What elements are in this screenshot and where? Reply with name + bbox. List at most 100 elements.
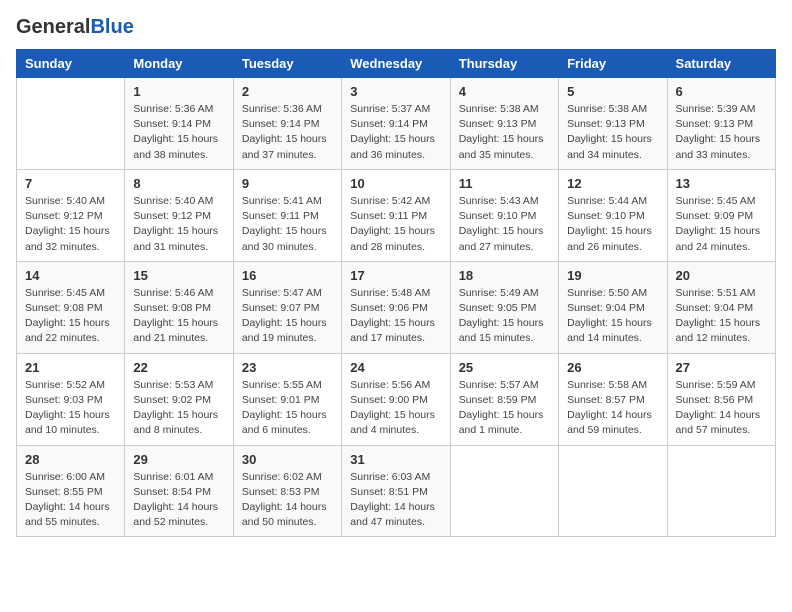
- daylight-text: Daylight: 15 hours and 30 minutes.: [242, 225, 327, 252]
- sunrise-text: Sunrise: 5:58 AM: [567, 379, 647, 391]
- sunset-text: Sunset: 9:11 PM: [350, 210, 427, 222]
- day-info: Sunrise: 5:57 AM Sunset: 8:59 PM Dayligh…: [459, 378, 550, 439]
- daylight-text: Daylight: 14 hours and 55 minutes.: [25, 501, 110, 528]
- day-info: Sunrise: 5:56 AM Sunset: 9:00 PM Dayligh…: [350, 378, 441, 439]
- sunset-text: Sunset: 8:54 PM: [133, 486, 211, 498]
- sunset-text: Sunset: 9:13 PM: [459, 118, 537, 130]
- day-number: 9: [242, 176, 333, 191]
- calendar-cell: 13 Sunrise: 5:45 AM Sunset: 9:09 PM Dayl…: [667, 169, 775, 261]
- day-number: 3: [350, 84, 441, 99]
- day-number: 11: [459, 176, 550, 191]
- sunrise-text: Sunrise: 5:56 AM: [350, 379, 430, 391]
- day-info: Sunrise: 5:37 AM Sunset: 9:14 PM Dayligh…: [350, 102, 441, 163]
- sunrise-text: Sunrise: 5:50 AM: [567, 287, 647, 299]
- sunrise-text: Sunrise: 5:48 AM: [350, 287, 430, 299]
- sunset-text: Sunset: 9:04 PM: [567, 302, 645, 314]
- day-number: 20: [676, 268, 767, 283]
- sunrise-text: Sunrise: 6:03 AM: [350, 471, 430, 483]
- day-info: Sunrise: 5:43 AM Sunset: 9:10 PM Dayligh…: [459, 194, 550, 255]
- calendar-cell: 24 Sunrise: 5:56 AM Sunset: 9:00 PM Dayl…: [342, 353, 450, 445]
- calendar-cell: 27 Sunrise: 5:59 AM Sunset: 8:56 PM Dayl…: [667, 353, 775, 445]
- sunrise-text: Sunrise: 5:37 AM: [350, 103, 430, 115]
- day-info: Sunrise: 5:52 AM Sunset: 9:03 PM Dayligh…: [25, 378, 116, 439]
- sunset-text: Sunset: 8:51 PM: [350, 486, 428, 498]
- daylight-text: Daylight: 15 hours and 14 minutes.: [567, 317, 652, 344]
- calendar-cell: [17, 78, 125, 170]
- calendar-cell: 1 Sunrise: 5:36 AM Sunset: 9:14 PM Dayli…: [125, 78, 233, 170]
- calendar-cell: 7 Sunrise: 5:40 AM Sunset: 9:12 PM Dayli…: [17, 169, 125, 261]
- sunrise-text: Sunrise: 5:51 AM: [676, 287, 756, 299]
- day-info: Sunrise: 5:51 AM Sunset: 9:04 PM Dayligh…: [676, 286, 767, 347]
- sunset-text: Sunset: 8:53 PM: [242, 486, 320, 498]
- sunset-text: Sunset: 9:02 PM: [133, 394, 211, 406]
- day-number: 22: [133, 360, 224, 375]
- sunset-text: Sunset: 9:05 PM: [459, 302, 537, 314]
- calendar-cell: 4 Sunrise: 5:38 AM Sunset: 9:13 PM Dayli…: [450, 78, 558, 170]
- day-info: Sunrise: 6:00 AM Sunset: 8:55 PM Dayligh…: [25, 470, 116, 531]
- sunset-text: Sunset: 9:10 PM: [567, 210, 645, 222]
- day-info: Sunrise: 5:45 AM Sunset: 9:09 PM Dayligh…: [676, 194, 767, 255]
- sunset-text: Sunset: 9:04 PM: [676, 302, 754, 314]
- daylight-text: Daylight: 14 hours and 59 minutes.: [567, 409, 652, 436]
- sunset-text: Sunset: 9:12 PM: [25, 210, 103, 222]
- sunrise-text: Sunrise: 6:02 AM: [242, 471, 322, 483]
- sunset-text: Sunset: 9:06 PM: [350, 302, 428, 314]
- calendar-header-row: SundayMondayTuesdayWednesdayThursdayFrid…: [17, 50, 776, 78]
- daylight-text: Daylight: 15 hours and 37 minutes.: [242, 133, 327, 160]
- daylight-text: Daylight: 15 hours and 31 minutes.: [133, 225, 218, 252]
- sunset-text: Sunset: 9:00 PM: [350, 394, 428, 406]
- day-info: Sunrise: 5:36 AM Sunset: 9:14 PM Dayligh…: [242, 102, 333, 163]
- calendar-cell: 22 Sunrise: 5:53 AM Sunset: 9:02 PM Dayl…: [125, 353, 233, 445]
- day-number: 29: [133, 452, 224, 467]
- daylight-text: Daylight: 15 hours and 12 minutes.: [676, 317, 761, 344]
- daylight-text: Daylight: 14 hours and 52 minutes.: [133, 501, 218, 528]
- daylight-text: Daylight: 15 hours and 36 minutes.: [350, 133, 435, 160]
- column-header-tuesday: Tuesday: [233, 50, 341, 78]
- day-number: 13: [676, 176, 767, 191]
- daylight-text: Daylight: 14 hours and 50 minutes.: [242, 501, 327, 528]
- calendar-cell: 20 Sunrise: 5:51 AM Sunset: 9:04 PM Dayl…: [667, 261, 775, 353]
- daylight-text: Daylight: 15 hours and 33 minutes.: [676, 133, 761, 160]
- day-number: 1: [133, 84, 224, 99]
- day-info: Sunrise: 5:46 AM Sunset: 9:08 PM Dayligh…: [133, 286, 224, 347]
- calendar-cell: 17 Sunrise: 5:48 AM Sunset: 9:06 PM Dayl…: [342, 261, 450, 353]
- logo-general: General: [16, 16, 90, 39]
- calendar-cell: 26 Sunrise: 5:58 AM Sunset: 8:57 PM Dayl…: [559, 353, 667, 445]
- sunrise-text: Sunrise: 5:36 AM: [242, 103, 322, 115]
- day-number: 30: [242, 452, 333, 467]
- daylight-text: Daylight: 15 hours and 38 minutes.: [133, 133, 218, 160]
- sunrise-text: Sunrise: 5:40 AM: [133, 195, 213, 207]
- calendar-cell: 31 Sunrise: 6:03 AM Sunset: 8:51 PM Dayl…: [342, 445, 450, 537]
- calendar-cell: 25 Sunrise: 5:57 AM Sunset: 8:59 PM Dayl…: [450, 353, 558, 445]
- sunrise-text: Sunrise: 5:49 AM: [459, 287, 539, 299]
- day-number: 31: [350, 452, 441, 467]
- day-number: 7: [25, 176, 116, 191]
- calendar-cell: [559, 445, 667, 537]
- sunset-text: Sunset: 8:56 PM: [676, 394, 754, 406]
- day-info: Sunrise: 5:50 AM Sunset: 9:04 PM Dayligh…: [567, 286, 658, 347]
- daylight-text: Daylight: 15 hours and 26 minutes.: [567, 225, 652, 252]
- calendar-cell: 21 Sunrise: 5:52 AM Sunset: 9:03 PM Dayl…: [17, 353, 125, 445]
- column-header-friday: Friday: [559, 50, 667, 78]
- day-info: Sunrise: 5:42 AM Sunset: 9:11 PM Dayligh…: [350, 194, 441, 255]
- day-info: Sunrise: 5:53 AM Sunset: 9:02 PM Dayligh…: [133, 378, 224, 439]
- daylight-text: Daylight: 15 hours and 19 minutes.: [242, 317, 327, 344]
- sunset-text: Sunset: 9:13 PM: [676, 118, 754, 130]
- calendar-cell: 5 Sunrise: 5:38 AM Sunset: 9:13 PM Dayli…: [559, 78, 667, 170]
- sunrise-text: Sunrise: 5:53 AM: [133, 379, 213, 391]
- day-number: 4: [459, 84, 550, 99]
- day-number: 14: [25, 268, 116, 283]
- sunrise-text: Sunrise: 5:52 AM: [25, 379, 105, 391]
- sunset-text: Sunset: 9:10 PM: [459, 210, 537, 222]
- calendar-week-row: 7 Sunrise: 5:40 AM Sunset: 9:12 PM Dayli…: [17, 169, 776, 261]
- day-number: 17: [350, 268, 441, 283]
- sunrise-text: Sunrise: 5:44 AM: [567, 195, 647, 207]
- sunset-text: Sunset: 9:14 PM: [133, 118, 211, 130]
- sunrise-text: Sunrise: 5:55 AM: [242, 379, 322, 391]
- day-info: Sunrise: 6:02 AM Sunset: 8:53 PM Dayligh…: [242, 470, 333, 531]
- daylight-text: Daylight: 15 hours and 24 minutes.: [676, 225, 761, 252]
- calendar-cell: 10 Sunrise: 5:42 AM Sunset: 9:11 PM Dayl…: [342, 169, 450, 261]
- calendar-cell: 18 Sunrise: 5:49 AM Sunset: 9:05 PM Dayl…: [450, 261, 558, 353]
- calendar-cell: 9 Sunrise: 5:41 AM Sunset: 9:11 PM Dayli…: [233, 169, 341, 261]
- daylight-text: Daylight: 15 hours and 17 minutes.: [350, 317, 435, 344]
